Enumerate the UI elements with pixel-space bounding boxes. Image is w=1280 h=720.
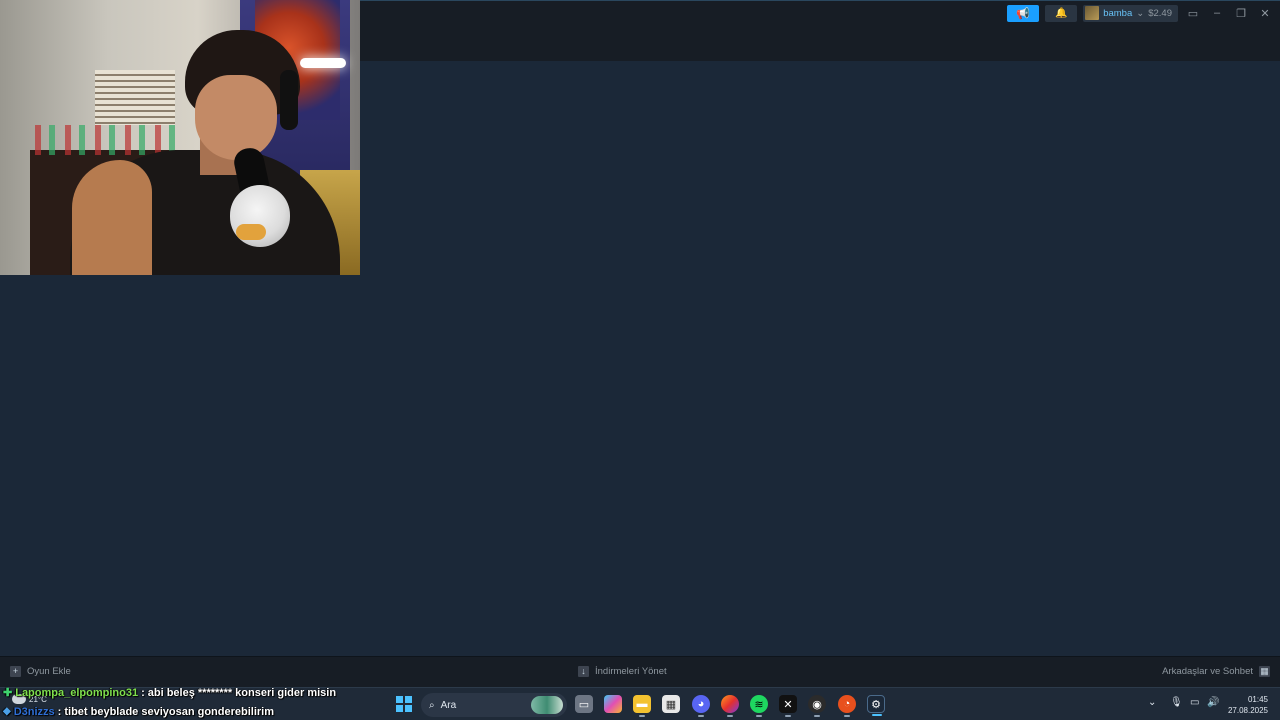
add-game-label: Oyun Ekle <box>27 666 71 677</box>
copilot-icon[interactable] <box>604 695 622 713</box>
notifications-button[interactable]: 🔔 <box>1045 4 1078 22</box>
minimize-icon[interactable]: – <box>1208 5 1226 22</box>
webcam-light <box>300 58 346 68</box>
announcements-button[interactable]: 📢 <box>1007 4 1040 22</box>
chat-message: ◆ D3nizzs : tibet beyblade seviyosan gon… <box>0 702 400 720</box>
chat-text: tibet beyblade seviyosan gonderebilirim <box>64 705 275 718</box>
task-view-icon[interactable]: ▭ <box>575 695 593 713</box>
windows-logo-pane <box>405 705 412 712</box>
stream-chat-overlay: ✚ Lapompa_elpompino31 : abi beleş ******… <box>0 683 400 720</box>
wallet-balance: $2.49 <box>1148 7 1172 19</box>
clock-date: 27.08.2025 <box>1227 706 1268 715</box>
avatar <box>1085 6 1100 20</box>
running-indicator <box>785 715 791 717</box>
microsoft-store-icon[interactable]: ▦ <box>662 695 680 713</box>
manage-downloads-button[interactable]: ↓ İndirmeleri Yönet <box>578 666 667 677</box>
bell-icon: 🔔 <box>1054 7 1068 19</box>
running-indicator <box>698 715 704 717</box>
add-game-button[interactable]: + Oyun Ekle <box>10 666 71 677</box>
running-indicator <box>727 715 733 717</box>
discord-icon[interactable]: ◕ <box>692 695 710 717</box>
running-indicator <box>639 715 645 717</box>
firefox-icon[interactable] <box>721 695 739 717</box>
running-indicator <box>814 715 820 717</box>
search-placeholder: Ara <box>440 699 457 711</box>
search-icon: ⌕ <box>429 699 435 711</box>
steam-taskbar-icon[interactable]: ⚙ <box>867 695 885 716</box>
chat-username: D3nizzs <box>13 705 55 718</box>
plus-badge-icon: ✚ <box>3 687 13 699</box>
plus-icon: + <box>10 666 21 677</box>
obs-icon[interactable]: ◉ <box>808 695 826 717</box>
restore-icon[interactable]: ❐ <box>1232 5 1250 22</box>
webcam-plush-beak <box>236 224 266 240</box>
chat-icon: ▦ <box>1259 666 1270 677</box>
account-username: bamba <box>1103 7 1133 19</box>
webcam-headset <box>280 70 298 130</box>
chevron-down-icon: ⌄ <box>1136 7 1145 19</box>
running-indicator <box>844 715 850 717</box>
chat-separator: : <box>57 705 62 718</box>
chat-message: ✚ Lapompa_elpompino31 : abi beleş ******… <box>0 683 400 702</box>
webcam-person-face <box>195 75 277 160</box>
file-explorer-icon[interactable]: ▬ <box>633 695 651 717</box>
clock-time: 01:45 <box>1247 695 1268 704</box>
origin-icon[interactable]: ◔ <box>838 695 856 717</box>
friends-chat-button[interactable]: Arkadaşlar ve Sohbet ▦ <box>1162 666 1270 677</box>
active-indicator <box>872 714 882 716</box>
capcut-icon[interactable]: ✕ <box>779 695 797 717</box>
chat-text: abi beleş ******** konseri gider misin <box>147 686 337 699</box>
webcam-figures <box>35 125 175 155</box>
network-icon[interactable]: ▭ <box>1190 697 1199 708</box>
webcam-overlay <box>0 0 360 275</box>
close-icon[interactable]: ✕ <box>1256 5 1274 22</box>
download-icon: ↓ <box>578 666 589 677</box>
megaphone-icon: 📢 <box>1016 7 1031 20</box>
manage-downloads-label: İndirmeleri Yönet <box>595 666 667 677</box>
webcam-person-shoulder <box>72 160 152 275</box>
chat-username: Lapompa_elpompino31 <box>15 686 139 699</box>
account-menu-button[interactable]: bamba ⌄ $2.49 <box>1083 4 1178 22</box>
chevron-up-icon[interactable]: ⌄ <box>1148 697 1156 708</box>
chat-separator: : <box>141 686 145 699</box>
big-picture-icon[interactable]: ▭ <box>1184 5 1202 22</box>
webcam-books <box>95 70 175 125</box>
running-indicator <box>756 715 762 717</box>
steam-top-controls: 📢 🔔 bamba ⌄ $2.49 ▭ – ❐ ✕ <box>1007 4 1280 22</box>
volume-icon[interactable]: 🔊 <box>1207 697 1219 708</box>
friends-chat-label: Arkadaşlar ve Sohbet <box>1162 666 1253 677</box>
taskbar-search[interactable]: ⌕ Ara <box>421 693 567 717</box>
shield-badge-icon: ◆ <box>3 706 11 717</box>
spotify-icon[interactable]: ≋ <box>750 695 768 717</box>
search-highlight-image <box>531 696 563 714</box>
taskbar-clock[interactable]: 01:45 27.08.2025 <box>1228 694 1268 716</box>
microphone-icon[interactable]: 🎙 <box>1170 697 1183 708</box>
windows-logo-pane <box>405 696 412 703</box>
screen: 📢 🔔 bamba ⌄ $2.49 ▭ – ❐ ✕ + Oyun Ekle ↓ … <box>0 0 1280 720</box>
